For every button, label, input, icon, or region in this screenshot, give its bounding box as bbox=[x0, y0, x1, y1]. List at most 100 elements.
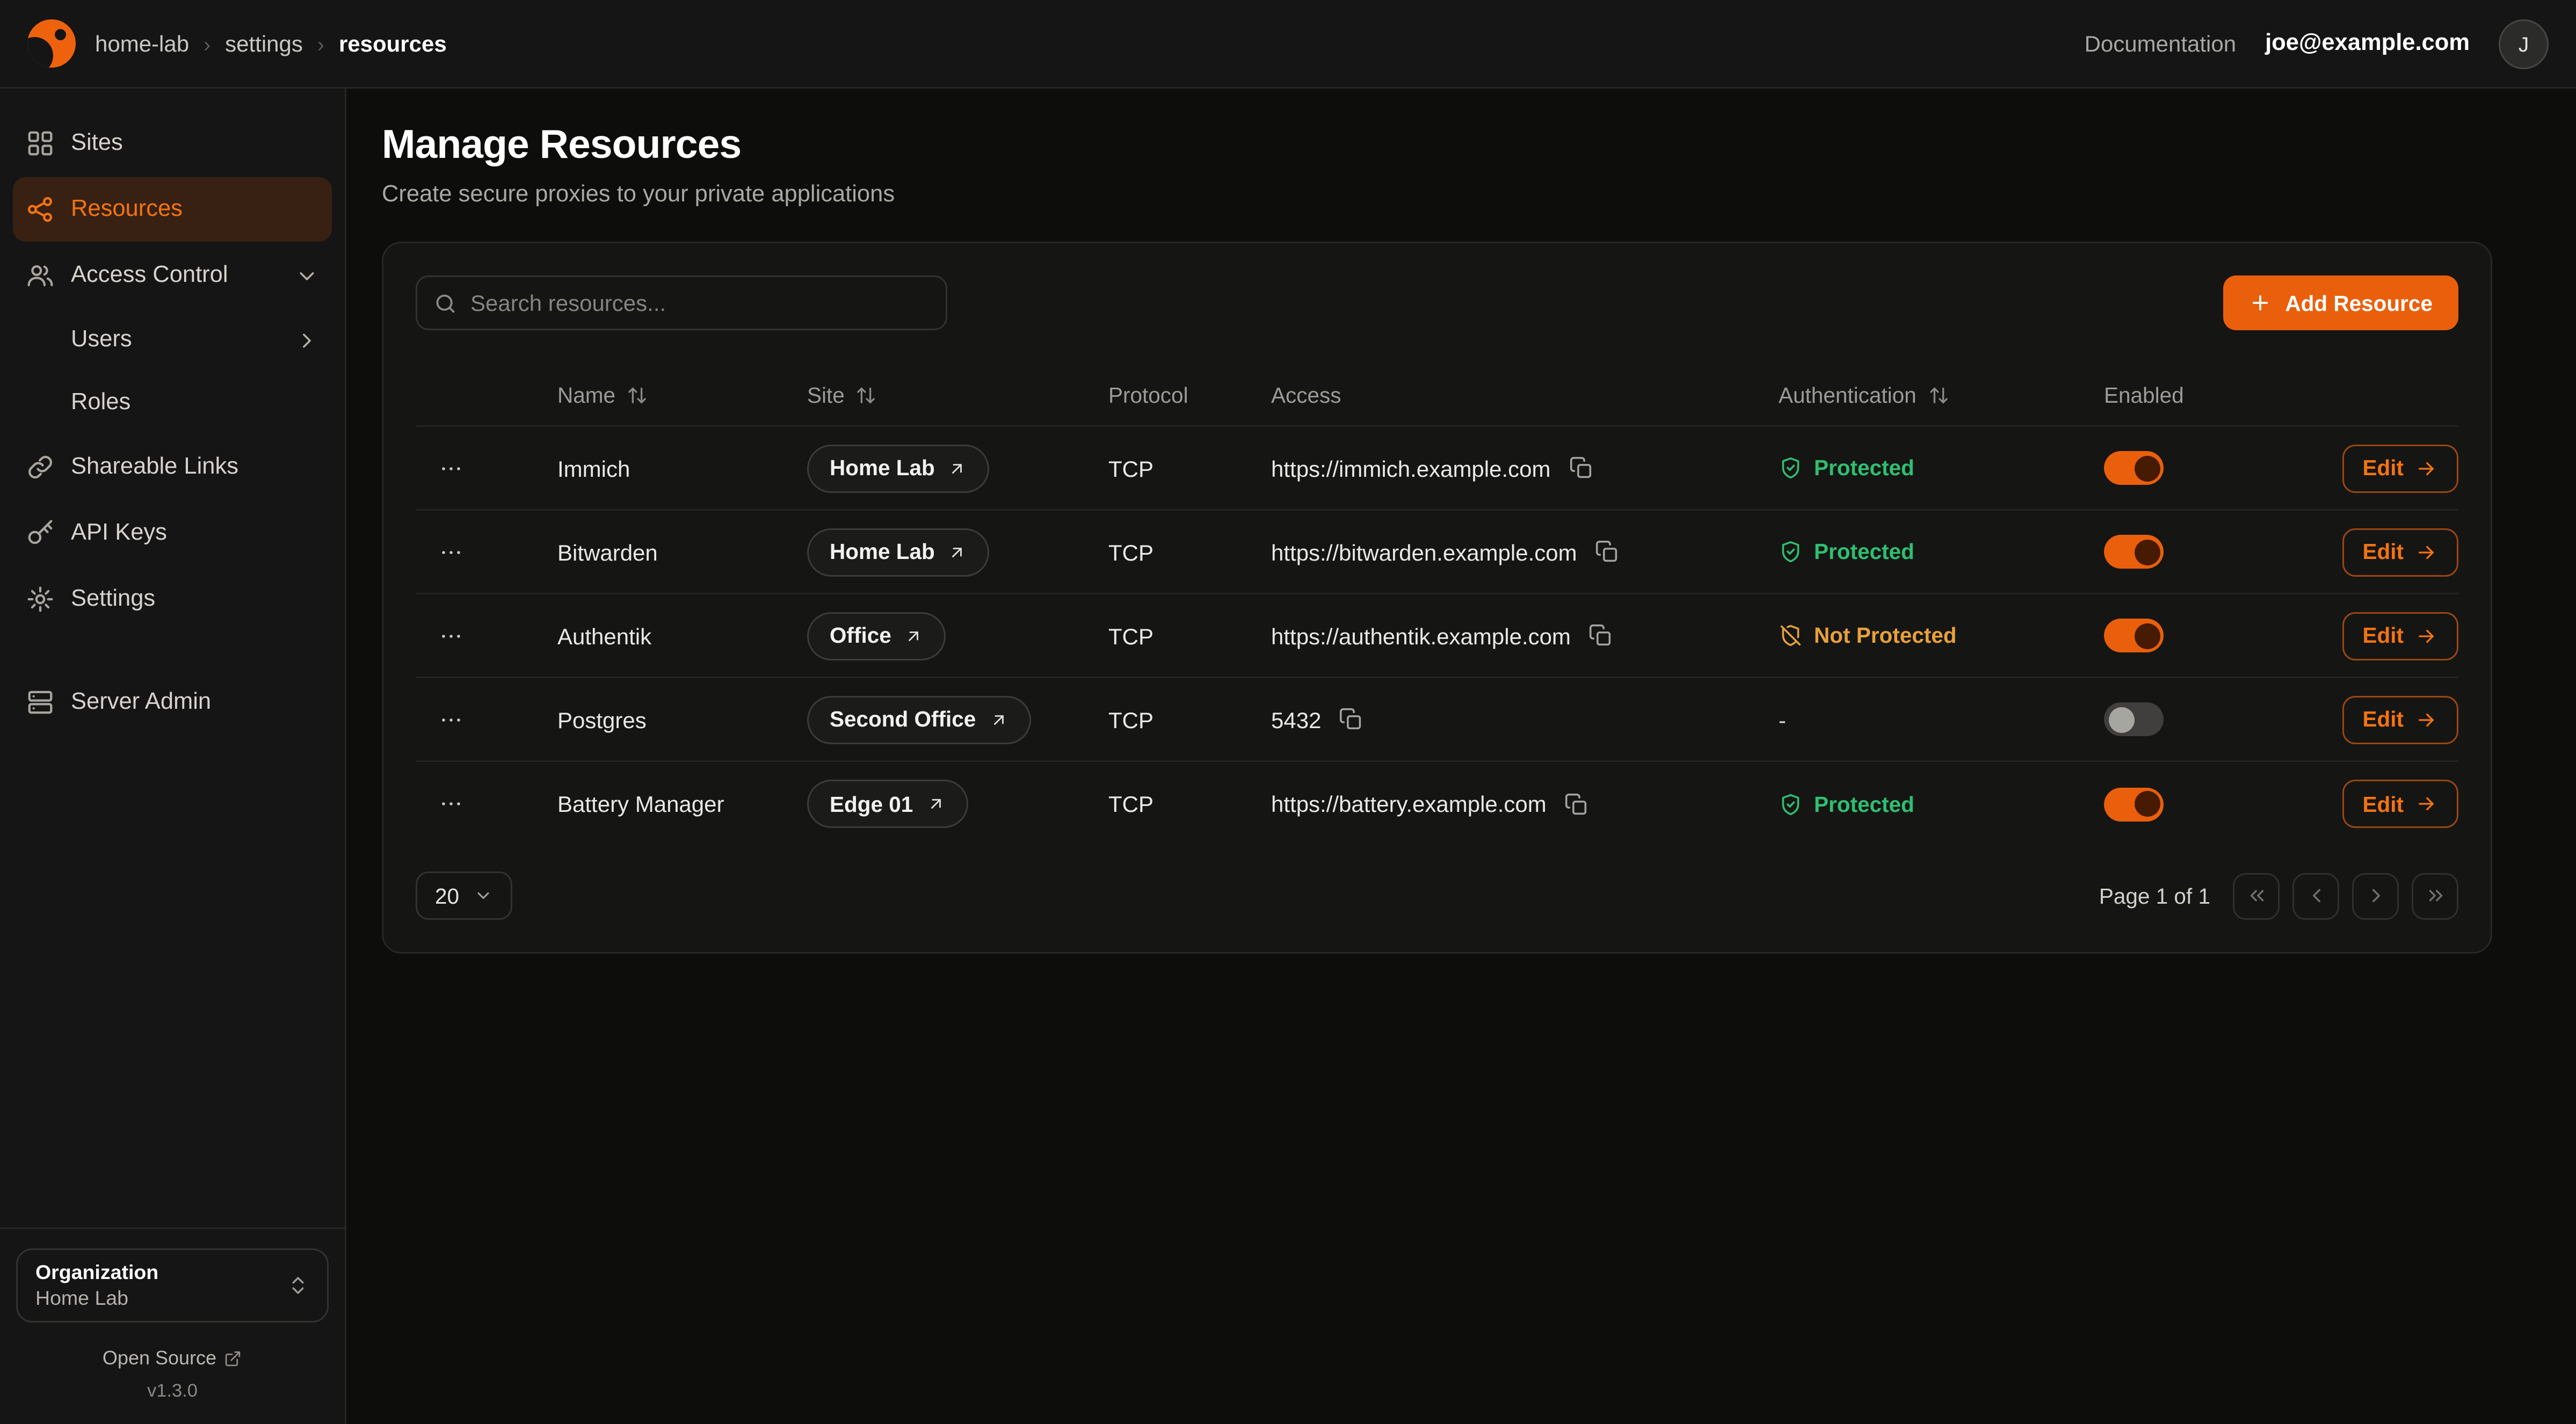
grid-icon bbox=[26, 129, 55, 158]
row-actions-menu-button[interactable] bbox=[429, 449, 474, 488]
resource-access: https://authentik.example.com bbox=[1271, 623, 1571, 649]
ellipsis-icon bbox=[438, 623, 464, 649]
sidebar-item-resources[interactable]: Resources bbox=[13, 177, 332, 242]
site-link[interactable]: Home Lab bbox=[807, 444, 990, 492]
user-avatar[interactable]: J bbox=[2499, 19, 2549, 69]
copy-button[interactable] bbox=[1565, 453, 1596, 483]
sidebar-item-label: API Keys bbox=[71, 520, 167, 546]
breadcrumb-separator-icon: › bbox=[317, 32, 324, 56]
column-header-label: Access bbox=[1271, 383, 1341, 408]
resource-protocol: TCP bbox=[1108, 623, 1271, 649]
edit-button[interactable]: Edit bbox=[2342, 695, 2459, 744]
enabled-toggle[interactable] bbox=[2104, 787, 2164, 821]
edit-button[interactable]: Edit bbox=[2342, 528, 2459, 576]
first-page-button[interactable] bbox=[2233, 873, 2280, 919]
edit-button[interactable]: Edit bbox=[2342, 780, 2459, 828]
auth-status: - bbox=[1779, 707, 1786, 732]
shield-off-icon bbox=[1779, 623, 1803, 648]
shield-check-icon bbox=[1779, 792, 1803, 816]
chevrons-right-icon bbox=[2424, 884, 2447, 907]
auth-status: Protected bbox=[1814, 540, 1914, 564]
site-link[interactable]: Edge 01 bbox=[807, 780, 968, 828]
site-link[interactable]: Second Office bbox=[807, 695, 1031, 744]
column-header-site[interactable]: Site bbox=[807, 383, 1108, 408]
sidebar-nav: Sites ResourcesAccess ControlUsersRolesSh… bbox=[0, 89, 345, 1227]
open-source-link[interactable]: Open Source bbox=[16, 1347, 329, 1369]
toggle-knob bbox=[2134, 623, 2160, 649]
sidebar-item-server-admin[interactable]: Server Admin bbox=[13, 670, 332, 735]
page-size-value: 20 bbox=[435, 884, 459, 908]
sidebar-item-access-control[interactable]: Access Control bbox=[13, 243, 332, 308]
organization-selector[interactable]: Organization Home Lab bbox=[16, 1248, 329, 1323]
app-window: home-lab › settings › resources Document… bbox=[0, 0, 2576, 1424]
auth-status: Protected bbox=[1814, 456, 1914, 480]
sidebar-item-sites[interactable]: Sites bbox=[13, 111, 332, 176]
row-actions-menu-button[interactable] bbox=[429, 700, 474, 739]
page-title: Manage Resources bbox=[382, 122, 2492, 169]
sidebar-item-roles[interactable]: Roles bbox=[13, 372, 332, 433]
sidebar-item-api-keys[interactable]: API Keys bbox=[13, 501, 332, 565]
copy-icon bbox=[1339, 707, 1363, 731]
copy-button[interactable] bbox=[1561, 789, 1592, 819]
site-name: Office bbox=[830, 623, 891, 648]
external-icon bbox=[926, 794, 945, 813]
row-actions-menu-button[interactable] bbox=[429, 784, 474, 823]
enabled-toggle[interactable] bbox=[2104, 619, 2164, 652]
copy-button[interactable] bbox=[1592, 536, 1622, 567]
previous-page-button[interactable] bbox=[2292, 873, 2339, 919]
site-link[interactable]: Office bbox=[807, 612, 946, 660]
arrow-right-icon bbox=[2415, 708, 2437, 731]
site-link[interactable]: Home Lab bbox=[807, 528, 990, 576]
ellipsis-icon bbox=[438, 791, 464, 817]
users-icon bbox=[26, 261, 55, 290]
edit-button[interactable]: Edit bbox=[2342, 444, 2459, 492]
user-email[interactable]: joe@example.com bbox=[2265, 31, 2470, 56]
ellipsis-icon bbox=[438, 707, 464, 732]
breadcrumb-settings[interactable]: settings bbox=[225, 31, 303, 56]
column-header-name[interactable]: Name bbox=[557, 383, 807, 408]
next-page-button[interactable] bbox=[2352, 873, 2399, 919]
sidebar-item-label: Sites bbox=[71, 130, 123, 156]
enabled-toggle[interactable] bbox=[2104, 702, 2164, 736]
table-row: ImmichHome LabTCPhttps://immich.example.… bbox=[416, 427, 2458, 511]
breadcrumb-org[interactable]: home-lab bbox=[95, 31, 189, 56]
page-size-select[interactable]: 20 bbox=[416, 871, 512, 920]
last-page-button[interactable] bbox=[2412, 873, 2458, 919]
add-resource-button[interactable]: Add Resource bbox=[2224, 275, 2458, 330]
enabled-toggle[interactable] bbox=[2104, 451, 2164, 485]
copy-icon bbox=[1595, 540, 1619, 564]
sidebar-item-shareable-links[interactable]: Shareable Links bbox=[13, 435, 332, 499]
table-footer: 20 Page 1 of 1 bbox=[416, 871, 2458, 920]
column-header-enabled: Enabled bbox=[2104, 383, 2318, 408]
external-icon bbox=[989, 710, 1008, 729]
row-actions-menu-button[interactable] bbox=[429, 533, 474, 571]
column-header-label: Authentication bbox=[1779, 383, 1917, 408]
topbar-right: Documentation joe@example.com J bbox=[2085, 19, 2549, 69]
add-resource-label: Add Resource bbox=[2285, 291, 2433, 315]
documentation-link[interactable]: Documentation bbox=[2085, 31, 2237, 56]
column-header-authentication[interactable]: Authentication bbox=[1779, 383, 2104, 408]
sidebar-item-users[interactable]: Users bbox=[13, 309, 332, 370]
app-logo-icon[interactable] bbox=[27, 19, 76, 68]
resource-protocol: TCP bbox=[1108, 539, 1271, 565]
sidebar-item-label: Server Admin bbox=[71, 689, 211, 715]
organization-text: Organization Home Lab bbox=[35, 1261, 158, 1310]
copy-button[interactable] bbox=[1336, 704, 1366, 735]
share-icon bbox=[26, 195, 55, 224]
gear-icon bbox=[26, 585, 55, 614]
row-actions-menu-button[interactable] bbox=[429, 616, 474, 655]
sidebar-item-settings[interactable]: Settings bbox=[13, 567, 332, 631]
chevron-down-icon bbox=[295, 264, 319, 288]
breadcrumb-separator-icon: › bbox=[204, 32, 211, 56]
auth-status: Protected bbox=[1814, 792, 1914, 816]
organization-value: Home Lab bbox=[35, 1287, 158, 1310]
edit-button[interactable]: Edit bbox=[2342, 612, 2459, 660]
copy-button[interactable] bbox=[1585, 620, 1616, 651]
enabled-toggle[interactable] bbox=[2104, 535, 2164, 569]
page-info: Page 1 of 1 bbox=[2099, 884, 2210, 908]
main-content: Manage Resources Create secure proxies t… bbox=[346, 89, 2576, 1424]
breadcrumb-resources: resources bbox=[339, 31, 447, 56]
arrow-right-icon bbox=[2415, 457, 2437, 479]
plus-icon bbox=[2250, 292, 2272, 314]
search-input[interactable] bbox=[470, 290, 930, 316]
